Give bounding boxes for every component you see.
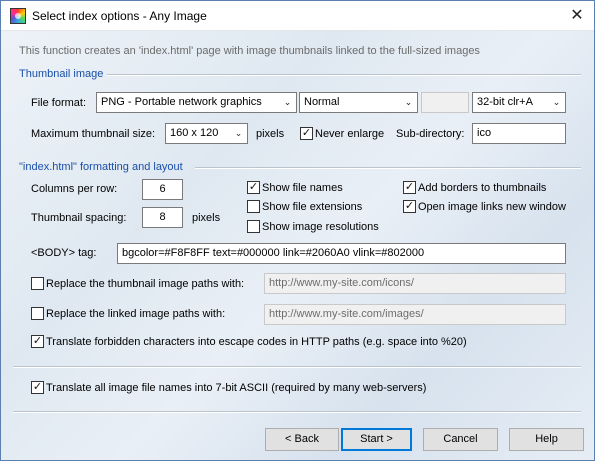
section-divider — [107, 74, 581, 76]
start-button[interactable]: Start > — [341, 428, 412, 451]
spacing-pixels-label: pixels — [192, 212, 221, 224]
format-options-select — [421, 92, 469, 113]
replace-thumb-checkbox[interactable] — [31, 277, 44, 290]
translate-ascii-label: Translate all image file names into 7-bi… — [46, 382, 427, 394]
replace-linked-label: Replace the linked image paths with: — [46, 308, 226, 320]
max-size-select[interactable]: 160 x 120 ⌄ — [165, 123, 248, 144]
add-borders-checkbox[interactable]: ✓ — [403, 181, 416, 194]
replace-linked-input[interactable]: http://www.my-site.com/images/ — [264, 304, 566, 325]
title-bar: Select index options - Any Image ✕ — [1, 1, 594, 31]
body-tag-input[interactable]: bgcolor=#F8F8FF text=#000000 link=#2060A… — [117, 243, 566, 264]
replace-thumb-input[interactable]: http://www.my-site.com/icons/ — [264, 273, 566, 294]
columns-label: Columns per row: — [31, 183, 118, 195]
show-image-resolutions-checkbox[interactable] — [247, 220, 260, 233]
never-enlarge-checkbox[interactable]: ✓ — [300, 127, 313, 140]
subdir-input[interactable]: ico — [472, 123, 566, 144]
subdir-label: Sub-directory: — [396, 128, 465, 140]
show-file-names-label: Show file names — [262, 182, 343, 194]
section-index-html-layout: "index.html" formatting and layout — [19, 161, 183, 173]
never-enlarge-label: Never enlarge — [315, 128, 385, 140]
dialog-window: Select index options - Any Image ✕ This … — [0, 0, 595, 461]
replace-linked-checkbox[interactable] — [31, 307, 44, 320]
section-divider — [195, 167, 581, 169]
translate-forbidden-label: Translate forbidden characters into esca… — [46, 336, 467, 348]
open-new-window-checkbox[interactable]: ✓ — [403, 200, 416, 213]
show-file-extensions-checkbox[interactable] — [247, 200, 260, 213]
section-divider — [13, 411, 581, 413]
section-divider — [13, 366, 581, 368]
chevron-down-icon: ⌄ — [404, 97, 413, 107]
chevron-down-icon: ⌄ — [552, 97, 561, 107]
app-icon — [10, 8, 26, 24]
max-size-value: 160 x 120 — [170, 127, 219, 139]
replace-thumb-label: Replace the thumbnail image paths with: — [46, 278, 245, 290]
intro-text: This function creates an 'index.html' pa… — [19, 45, 480, 57]
spacing-input[interactable]: 8 — [142, 207, 183, 228]
pixels-label: pixels — [256, 128, 285, 140]
body-tag-label: <BODY> tag: — [31, 247, 97, 259]
color-depth-value: 32-bit clr+A — [477, 96, 533, 108]
file-format-select[interactable]: PNG - Portable network graphics ⌄ — [96, 92, 297, 113]
spacing-label: Thumbnail spacing: — [31, 212, 127, 224]
max-size-label: Maximum thumbnail size: — [31, 128, 156, 140]
chevron-down-icon: ⌄ — [234, 128, 243, 138]
open-new-window-label: Open image links new window — [418, 201, 566, 213]
show-file-extensions-label: Show file extensions — [262, 201, 363, 213]
quality-select[interactable]: Normal ⌄ — [299, 92, 418, 113]
section-thumbnail-image: Thumbnail image — [19, 68, 104, 80]
quality-value: Normal — [304, 96, 340, 108]
file-format-label: File format: — [31, 97, 87, 109]
add-borders-label: Add borders to thumbnails — [418, 182, 547, 194]
back-button[interactable]: < Back — [265, 428, 339, 451]
columns-input[interactable]: 6 — [142, 179, 183, 200]
translate-forbidden-checkbox[interactable]: ✓ — [31, 335, 44, 348]
color-depth-select[interactable]: 32-bit clr+A ⌄ — [472, 92, 566, 113]
show-file-names-checkbox[interactable]: ✓ — [247, 181, 260, 194]
close-icon[interactable]: ✕ — [561, 3, 593, 29]
file-format-value: PNG - Portable network graphics — [101, 96, 262, 108]
chevron-down-icon: ⌄ — [283, 97, 292, 107]
window-title: Select index options - Any Image — [32, 9, 207, 23]
show-image-resolutions-label: Show image resolutions — [262, 221, 379, 233]
help-button[interactable]: Help — [509, 428, 584, 451]
translate-ascii-checkbox[interactable]: ✓ — [31, 381, 44, 394]
cancel-button[interactable]: Cancel — [423, 428, 498, 451]
